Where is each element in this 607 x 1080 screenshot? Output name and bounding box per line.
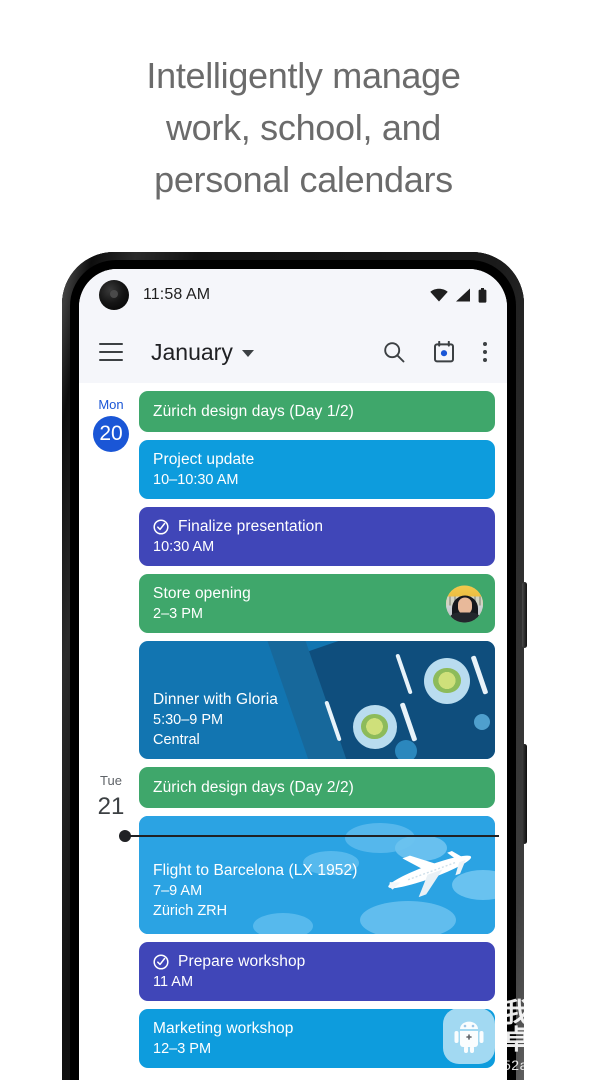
event-card[interactable]: Zürich design days (Day 2/2) [139, 767, 495, 808]
event-card[interactable]: Project update 10–10:30 AM [139, 440, 495, 499]
month-selector[interactable]: January [151, 339, 254, 366]
day-of-week-label: Tue [100, 773, 122, 788]
event-card[interactable]: Zürich design days (Day 1/2) [139, 391, 495, 432]
task-title: Finalize presentation [178, 518, 324, 535]
status-bar: 11:58 AM [79, 269, 507, 321]
app-bar: January [79, 321, 507, 383]
headline-line-2: work, school, and [165, 107, 442, 148]
event-card[interactable]: Flight to Barcelona (LX 1952) 7–9 AM Zür… [139, 816, 495, 934]
battery-icon [478, 287, 487, 303]
event-time: 7–9 AM [153, 883, 203, 899]
task-card[interactable]: Prepare workshop 11 AM [139, 942, 495, 1001]
event-card[interactable]: Marketing workshop 12–3 PM [139, 1009, 495, 1068]
watermark-cn-text: 我爱安卓 [503, 998, 587, 1055]
calendar-today-icon[interactable] [433, 341, 455, 363]
day-gutter: Tue 21 [83, 767, 139, 1076]
event-title: Zürich design days (Day 2/2) [153, 779, 354, 796]
status-time: 11:58 AM [143, 286, 211, 303]
phone-mockup: 11:58 AM January Mon 20 Zürich design da… [62, 252, 527, 1080]
day-gutter: Mon 20 [83, 391, 139, 767]
headline-line-1: Intelligently manage [146, 55, 461, 96]
status-icon-group [430, 287, 487, 303]
event-title: Zürich design days (Day 1/2) [153, 403, 354, 420]
event-time: 10–10:30 AM [153, 472, 239, 488]
task-time: 11 AM [153, 974, 194, 990]
chevron-down-icon [241, 350, 254, 357]
task-card[interactable]: Finalize presentation 10:30 AM [139, 507, 495, 566]
watermark-url: 52android.com [503, 1057, 603, 1073]
task-title: Prepare workshop [178, 953, 306, 970]
front-camera-icon [99, 280, 129, 310]
agenda-day-mon-20: Mon 20 Zürich design days (Day 1/2) Proj… [79, 391, 507, 767]
day-number-today: 20 [93, 416, 129, 452]
avatar[interactable] [446, 585, 483, 622]
android-robot-icon [443, 1008, 495, 1064]
task-check-circle-icon [153, 953, 169, 970]
day-events: Zürich design days (Day 1/2) Project upd… [139, 391, 497, 767]
day-number: 21 [97, 793, 125, 820]
event-title: Marketing workshop [153, 1020, 294, 1037]
page-headline: Intelligently manage work, school, and p… [0, 50, 607, 206]
power-button[interactable] [522, 582, 527, 648]
event-card[interactable]: Store opening 2–3 PM [139, 574, 495, 633]
event-location: Central [153, 732, 200, 748]
hamburger-menu-icon[interactable] [99, 343, 123, 361]
more-vert-icon[interactable] [483, 342, 487, 362]
event-time: 5:30–9 PM [153, 712, 224, 728]
agenda-list[interactable]: Mon 20 Zürich design days (Day 1/2) Proj… [79, 383, 507, 1076]
cellular-signal-icon [456, 288, 470, 302]
event-title: Dinner with Gloria [153, 691, 278, 708]
search-icon[interactable] [383, 341, 405, 363]
current-time-dot [119, 830, 131, 842]
headline-line-3: personal calendars [154, 159, 453, 200]
month-label: January [151, 338, 233, 365]
day-of-week-label: Mon [98, 397, 124, 412]
event-card[interactable]: Dinner with Gloria 5:30–9 PM Central [139, 641, 495, 759]
wifi-icon [430, 288, 448, 302]
current-time-line [119, 830, 499, 842]
event-title: Flight to Barcelona (LX 1952) [153, 862, 358, 879]
event-time: 2–3 PM [153, 606, 203, 622]
task-time: 10:30 AM [153, 539, 215, 555]
event-time: 12–3 PM [153, 1041, 212, 1057]
event-title: Project update [153, 451, 255, 468]
watermark: 我爱安卓 52android.com [443, 1000, 607, 1072]
event-location: Zürich ZRH [153, 903, 228, 919]
app-bar-actions [383, 341, 487, 363]
volume-button[interactable] [522, 744, 527, 844]
event-title: Store opening [153, 585, 251, 602]
phone-screen: 11:58 AM January Mon 20 Zürich design da… [79, 269, 507, 1080]
task-check-circle-icon [153, 518, 169, 535]
